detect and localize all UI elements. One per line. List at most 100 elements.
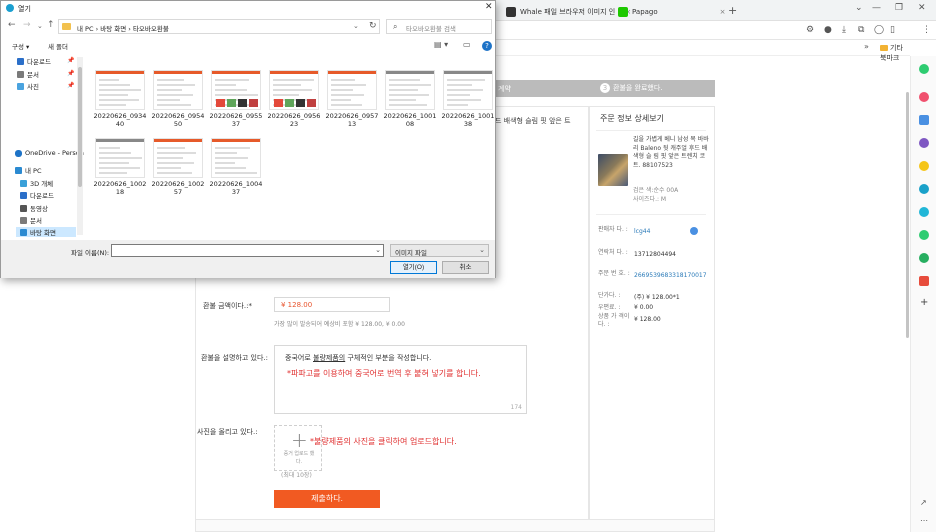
pin-icon[interactable]: 📌 <box>67 70 74 77</box>
order-number-value[interactable]: 2669539683318170017 <box>634 272 707 279</box>
thumbnail-line <box>215 157 248 159</box>
sidebar-expand-icon[interactable]: ↗ <box>920 498 927 507</box>
pin-icon[interactable]: 📌 <box>67 82 74 89</box>
file-item[interactable]: 20220626_093440 <box>93 70 147 140</box>
sidebar-add-icon[interactable]: + <box>920 297 928 308</box>
filetype-select[interactable]: 이미지 파일 ⌄ <box>390 244 489 257</box>
sidebar-more-icon[interactable]: ⋯ <box>920 516 928 525</box>
bookmark-folder[interactable]: 기타 북마크 <box>880 43 910 63</box>
step-3-number: 3 <box>600 83 610 93</box>
nav-item-3d-objects[interactable]: 3D 개체 <box>20 178 53 188</box>
refund-hint: 가장 많이 발송되어 예상비 포함 ¥ 128.00, ¥ 0.00 <box>274 321 405 328</box>
close-tab-icon[interactable]: × <box>720 8 726 16</box>
filename-input[interactable]: ⌄ <box>111 244 384 257</box>
photo-upload-button[interactable]: + 증거 업로드 했 다. <box>274 425 322 471</box>
sidebar-app-icon[interactable] <box>919 253 929 263</box>
video-icon <box>20 204 27 212</box>
sidebar-app-icon[interactable] <box>919 161 929 171</box>
sidebar-app-icon[interactable] <box>919 207 929 217</box>
pin-icon[interactable]: 📌 <box>67 57 74 64</box>
view-options-icon[interactable]: ▤ ▾ <box>434 40 448 49</box>
progress-steps: 계약 3 환불을 완료했다. <box>488 80 715 97</box>
file-item[interactable]: 20220626_100218 <box>93 138 147 208</box>
flag-icon[interactable]: ● <box>824 25 832 35</box>
new-tab-button[interactable]: + <box>728 4 737 17</box>
file-item[interactable]: 20220626_095623 <box>267 70 321 140</box>
cancel-button[interactable]: 취소 <box>442 261 489 274</box>
thumbnail-line <box>273 79 314 81</box>
photo-label: 사진을 올리고 있다.: <box>197 428 258 436</box>
sidebar-app-icon[interactable] <box>919 138 929 148</box>
download-icon[interactable]: ⤓ <box>842 25 846 35</box>
product-name[interactable]: 길을 가볍게 베니 남성 복 바바리 Baleno 뒷 캐주얼 후드 배색형 슬… <box>633 136 709 170</box>
file-item[interactable]: 20220626_100437 <box>209 138 263 208</box>
new-folder-button[interactable]: 새 폴더 <box>48 41 68 51</box>
whale-tab-icon <box>506 6 516 17</box>
product-thumbnail[interactable] <box>598 154 628 186</box>
breadcrumb[interactable]: 내 PC › 바탕 화면 › 타오바오환불 <box>77 23 169 33</box>
refresh-icon[interactable]: ↻ <box>369 21 377 31</box>
chevron-down-icon[interactable]: ⌄ <box>353 22 359 30</box>
reason-placeholder-pre: 중국어로 <box>285 354 313 362</box>
sidebar-app-icon[interactable] <box>919 92 929 102</box>
scrollbar-thumb[interactable] <box>78 67 82 187</box>
preview-pane-icon[interactable]: ▭ <box>463 40 471 49</box>
page-scrollbar[interactable] <box>906 92 909 338</box>
open-button[interactable]: 열기(O) <box>390 261 437 274</box>
nav-item-desktop[interactable]: 바탕 화면 <box>16 227 76 237</box>
submit-button[interactable]: 제출하다. <box>274 490 380 508</box>
file-name: 20220626_100138 <box>441 112 495 128</box>
close-icon[interactable]: ✕ <box>485 2 493 12</box>
nav-item-pictures[interactable]: 사진 <box>17 81 39 91</box>
chevron-down-icon[interactable]: ⌄ <box>37 22 43 30</box>
thumbnail-image <box>249 99 258 107</box>
close-window-icon[interactable]: ✕ <box>918 3 926 13</box>
thumbnail-line <box>99 99 139 101</box>
sidebar-app-icon[interactable] <box>919 230 929 240</box>
forward-arrow-icon[interactable]: → <box>23 20 31 30</box>
window-menu-icon[interactable]: ⌄ <box>855 3 863 13</box>
sidebar-app-icon[interactable] <box>919 115 929 125</box>
back-arrow-icon[interactable]: ← <box>8 20 16 30</box>
file-item[interactable]: 20220626_095537 <box>209 70 263 140</box>
file-item[interactable]: 20220626_100108 <box>383 70 437 140</box>
nav-item-documents-pc[interactable]: 문서 <box>20 215 42 225</box>
seller-value[interactable]: lcg44 <box>634 228 650 235</box>
thumbnail-line <box>331 94 364 96</box>
nav-item-videos[interactable]: 동영상 <box>20 203 48 213</box>
sidebar-app-icon[interactable] <box>919 184 929 194</box>
navpane-scrollbar[interactable] <box>77 57 83 235</box>
reason-textarea[interactable]: 중국어로 불량제품의 구체적인 부분을 작성합니다. *파파고를 이용하여 중국… <box>274 345 527 414</box>
nav-item-onedrive[interactable]: OneDrive - Person <box>15 149 84 157</box>
thumbnail-line <box>447 84 472 86</box>
sidebar-app-icon[interactable] <box>919 276 929 286</box>
nav-item-downloads[interactable]: 다운로드 <box>17 56 51 66</box>
file-item[interactable]: 20220626_095713 <box>325 70 379 140</box>
file-item[interactable]: 20220626_095450 <box>151 70 205 140</box>
profile-icon[interactable]: ◯ <box>874 25 884 35</box>
file-item[interactable]: 20220626_100257 <box>151 138 205 208</box>
help-icon[interactable]: ? <box>482 41 492 51</box>
cloud-icon <box>15 149 22 157</box>
nav-item-this-pc[interactable]: 내 PC <box>15 165 42 175</box>
sidebar-toggle-icon[interactable]: ▯ <box>890 25 895 35</box>
chevron-down-icon[interactable]: ⌄ <box>375 246 381 254</box>
refund-amount-input[interactable]: ¥ 128.00 <box>274 297 390 312</box>
search-input[interactable]: ⌕ 타오바오환불 검색 <box>386 19 492 34</box>
up-arrow-icon[interactable]: ↑ <box>47 20 55 30</box>
bookmark-overflow-icon[interactable]: » <box>864 42 869 51</box>
nav-item-downloads-pc[interactable]: 다운로드 <box>20 190 54 200</box>
address-path[interactable]: 내 PC › 바탕 화면 › 타오바오환불 ⌄ ↻ <box>58 19 380 34</box>
chat-icon[interactable] <box>690 227 698 235</box>
minimize-icon[interactable]: — <box>872 3 881 13</box>
nav-item-documents[interactable]: 문서 <box>17 69 39 79</box>
file-item[interactable]: 20220626_100138 <box>441 70 495 140</box>
file-thumbnail <box>269 70 319 110</box>
organize-menu[interactable]: 구성 ▾ <box>12 41 29 51</box>
restore-icon[interactable]: ❐ <box>895 3 903 13</box>
browser-tab[interactable]: Papago × <box>612 2 732 21</box>
puzzle-icon[interactable]: ⧉ <box>858 25 864 35</box>
translate-icon[interactable]: ⚙ <box>806 25 814 35</box>
menu-icon[interactable]: ⋮ <box>922 25 931 35</box>
sidebar-app-icon[interactable] <box>919 64 929 74</box>
